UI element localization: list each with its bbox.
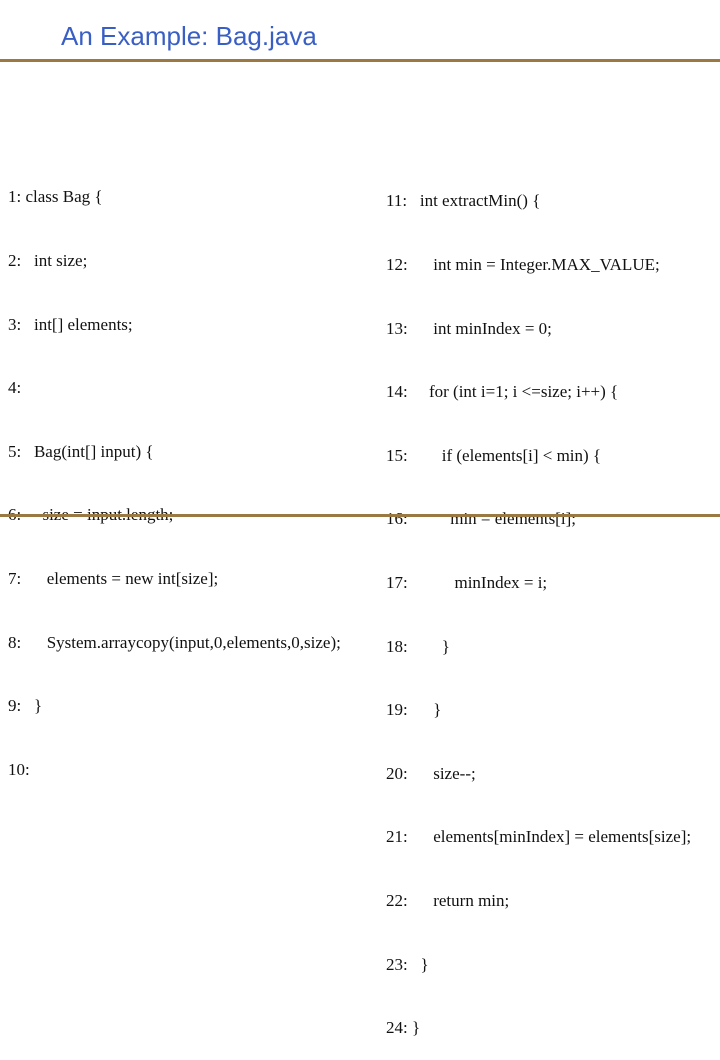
code-line: 10: <box>8 759 30 779</box>
code-line: 18: } <box>386 636 450 656</box>
code-line: 20: size--; <box>386 763 476 783</box>
code-line: 13: int minIndex = 0; <box>386 318 552 338</box>
code-line: 19: } <box>386 700 442 720</box>
code-line: 22: return min; <box>386 890 510 910</box>
slide-title: An Example: Bag.java <box>61 21 317 51</box>
code-line: 5: Bag(int[] input) { <box>8 441 154 461</box>
code-line: 2: int size; <box>8 251 88 270</box>
footer-divider <box>0 514 720 517</box>
code-line: 8: System.arraycopy(input,0,elements,0,s… <box>8 632 341 652</box>
code-line: 17: minIndex = i; <box>386 572 548 592</box>
code-line: 16: min = elements[i]; <box>386 509 576 529</box>
code-line: 21: elements[minIndex] = elements[size]; <box>386 827 692 847</box>
code-line: 3: int[] elements; <box>8 314 133 334</box>
code-line: 24: } <box>386 1018 421 1038</box>
code-line: 1: class Bag { <box>8 187 103 207</box>
code-block-right: 11: int extractMin() { 12: int min = Int… <box>386 148 691 1060</box>
code-line: 9: } <box>8 696 43 716</box>
code-line: 15: if (elements[i] < min) { <box>386 445 602 465</box>
code-line: 11: int extractMin() { <box>386 191 541 211</box>
code-line: 14: for (int i=1; i <=size; i++) { <box>386 382 619 402</box>
code-line: 23: } <box>386 954 429 974</box>
code-line: 4: <box>8 378 22 398</box>
code-block-left: 1: class Bag { 2: int size; 3: int[] ele… <box>8 144 341 801</box>
code-line: 12: int min = Integer.MAX_VALUE; <box>386 255 660 274</box>
code-line: 7: elements = new int[size]; <box>8 568 219 588</box>
title-divider <box>0 59 720 62</box>
